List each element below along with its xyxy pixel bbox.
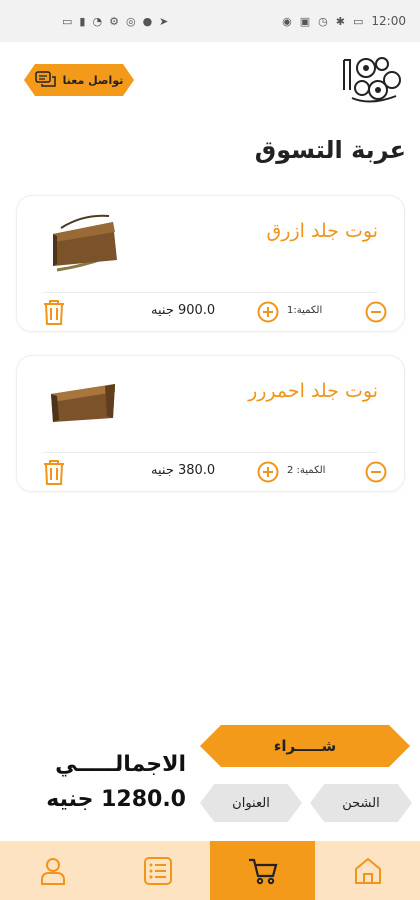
card-divider [43,292,378,293]
bottom-nav [0,841,420,900]
status-left-icons: ▭ ▮ ◔ ⚙ ◎ ● ➤ [62,15,168,28]
contact-us-label: تواصل معنا [62,73,124,87]
battery-icon: ▭ [353,14,364,28]
trash-icon[interactable] [42,458,66,486]
eye-icon: ◉ [282,14,292,28]
send-icon: ➤ [159,14,169,28]
card-divider [43,452,378,453]
decrease-quantity-button[interactable] [365,461,387,483]
total-value: 1280.0 جنيه [46,787,186,812]
buy-button[interactable]: شـــــراء [200,725,410,767]
product-image [51,384,115,422]
profile-icon [40,857,65,885]
nav-orders[interactable] [105,841,210,900]
decrease-quantity-button[interactable] [365,301,387,323]
instagram-icon: ◎ [125,14,136,28]
orders-icon [143,856,172,885]
product-name: نوت جلد ازرق [266,220,378,242]
signal-icon: ▮ [79,14,86,28]
brand-logo [343,57,401,103]
page-title: عربة التسوق [254,136,406,164]
status-right-icons: ◉ ▣ ◷ ✱ ▭ 12:00 [282,14,406,28]
shipping-button[interactable]: الشحن [310,784,412,822]
increase-quantity-button[interactable] [257,461,279,483]
total-label: الاجمالـــــي [55,752,186,777]
trash-icon[interactable] [42,298,66,326]
settings-icon: ⚙ [109,14,119,28]
sim-icon: ▭ [62,14,73,28]
cart-item: نوت جلد احمررر 380.0 جنيه الكمية: 2 [16,355,405,492]
contact-us-button[interactable]: تواصل معنا [24,64,134,96]
product-price: 380.0 جنيه [151,463,216,478]
cart-item: نوت جلد ازرق 900.0 جنيه الكمية:1 [16,195,405,332]
nav-home[interactable] [315,841,420,900]
facebook-icon: ● [142,14,153,28]
product-quantity: الكمية:1 [287,305,323,316]
nfc-icon: ▣ [299,14,311,28]
cart-icon [248,858,277,884]
status-bar: ▭ ▮ ◔ ⚙ ◎ ● ➤ ◉ ▣ ◷ ✱ ▭ 12:00 [0,0,420,42]
home-icon [354,857,381,884]
status-time: 12:00 [371,14,406,28]
product-name: نوت جلد احمررر [248,380,378,402]
nav-cart[interactable] [210,841,315,900]
product-image [53,214,117,272]
top-bar: تواصل معنا [0,42,420,122]
alarm-icon: ◷ [318,14,328,28]
wifi-icon: ◔ [92,14,103,28]
chat-icon [34,71,56,87]
nav-profile[interactable] [0,841,105,900]
bluetooth-icon: ✱ [335,14,345,28]
product-quantity: الكمية: 2 [287,465,326,476]
address-button[interactable]: العنوان [200,784,302,822]
product-price: 900.0 جنيه [151,303,216,318]
increase-quantity-button[interactable] [257,301,279,323]
